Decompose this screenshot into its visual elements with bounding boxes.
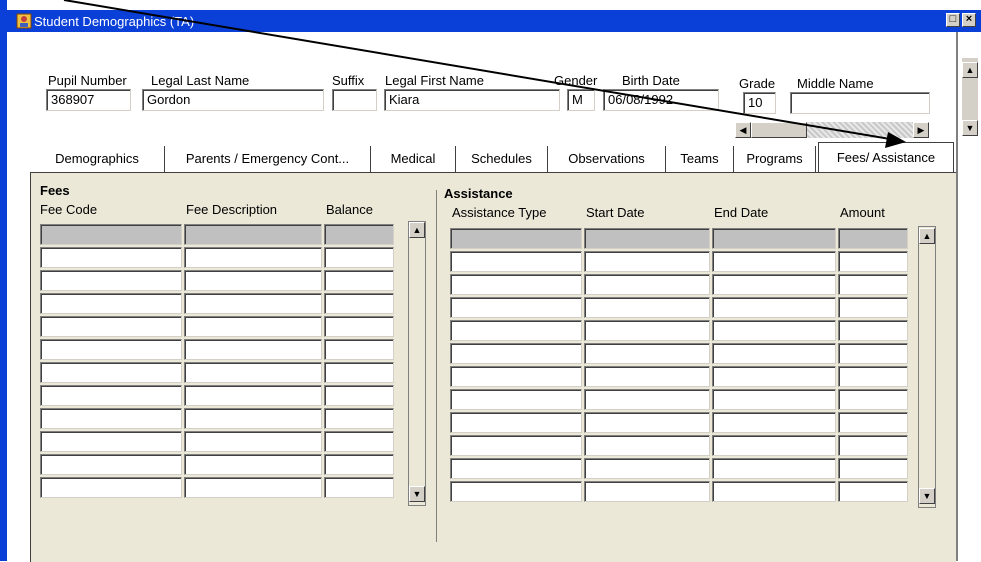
annotation-arrow: [63, 0, 906, 148]
annotation-arrow-line: [63, 0, 897, 141]
annotation-arrow-head: [885, 132, 906, 148]
